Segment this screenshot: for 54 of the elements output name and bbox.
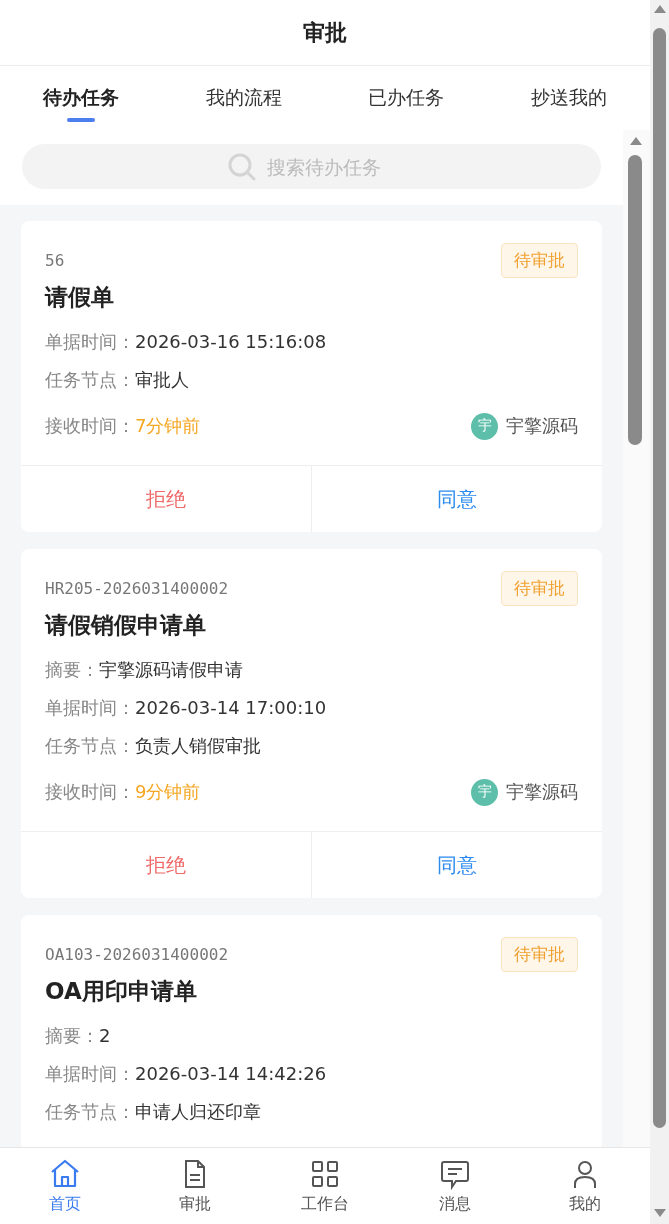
- nav-item[interactable]: 我的: [520, 1148, 650, 1224]
- task-code: HR205-2026031400002: [45, 579, 229, 598]
- field-label: 任务节点：: [45, 368, 135, 392]
- page-title: 审批: [303, 18, 347, 47]
- task-code: OA103-2026031400002: [45, 945, 229, 964]
- field-value: 申请人归还印章: [135, 1100, 261, 1124]
- scroll-up-icon[interactable]: [629, 136, 643, 146]
- scroll-up-icon[interactable]: [653, 4, 667, 14]
- scrollbar[interactable]: [623, 130, 650, 1147]
- field-label: 接收时间：: [45, 780, 135, 804]
- assignee-name: 宇擎源码: [506, 780, 578, 804]
- scrollbar-thumb[interactable]: [653, 28, 666, 1128]
- field-value: 2026-03-14 14:42:26: [135, 1062, 327, 1086]
- scrollbar-thumb[interactable]: [628, 155, 642, 445]
- field-label: 单据时间：: [45, 696, 135, 720]
- task-title: OA用印申请单: [45, 977, 198, 1006]
- assignee-name: 宇擎源码: [506, 414, 578, 438]
- field-value: 宇擎源码请假申请: [99, 658, 243, 682]
- received-time: 7分钟前: [135, 414, 201, 438]
- avatar: 宇: [471, 778, 498, 806]
- received-time: 9分钟前: [135, 780, 201, 804]
- search-icon: [226, 151, 257, 182]
- field-label: 接收时间：: [45, 414, 135, 438]
- status-tag: 待审批: [501, 937, 578, 972]
- avatar: 宇: [471, 412, 498, 440]
- tab[interactable]: 我的流程: [162, 66, 325, 130]
- task-title: 请假单: [45, 283, 115, 312]
- field-value: 2026-03-14 17:00:10: [135, 696, 327, 720]
- field-value: 2026-03-16 15:16:08: [135, 330, 327, 354]
- field-label: 摘要：: [45, 1024, 99, 1048]
- nav-item[interactable]: 工作台: [260, 1148, 390, 1224]
- field-label: 单据时间：: [45, 330, 135, 354]
- task-card[interactable]: OA103-2026031400002 待审批 OA用印申请单 摘要：2 单据时间：2026-03-14 14:42:26 任务节点：申请人归还印章: [21, 915, 602, 1147]
- status-tag: 待审批: [501, 243, 578, 278]
- search-field[interactable]: 搜索待办任务: [266, 155, 397, 178]
- scrollbar[interactable]: [650, 0, 669, 1224]
- field-value: 审批人: [135, 368, 189, 392]
- home-icon: [49, 1157, 81, 1190]
- scroll-down-icon[interactable]: [653, 1208, 667, 1218]
- task-code: 56: [45, 251, 65, 270]
- field-label: 单据时间：: [45, 1062, 135, 1086]
- field-label: 任务节点：: [45, 734, 135, 758]
- task-title: 请假销假申请单: [45, 611, 207, 640]
- field-label: 任务节点：: [45, 1100, 135, 1124]
- nav-item[interactable]: 首页: [0, 1148, 130, 1224]
- field-label: 摘要：: [45, 658, 99, 682]
- field-value: 2: [99, 1024, 111, 1048]
- tab[interactable]: 已办任务: [325, 66, 488, 130]
- status-tag: 待审批: [501, 571, 578, 606]
- tab[interactable]: 抄送我的: [487, 66, 650, 130]
- nav-item[interactable]: 审批: [130, 1148, 260, 1224]
- field-value: 负责人销假审批: [135, 734, 261, 758]
- tab[interactable]: 待办任务: [0, 66, 163, 130]
- nav-item[interactable]: 消息: [390, 1148, 520, 1224]
